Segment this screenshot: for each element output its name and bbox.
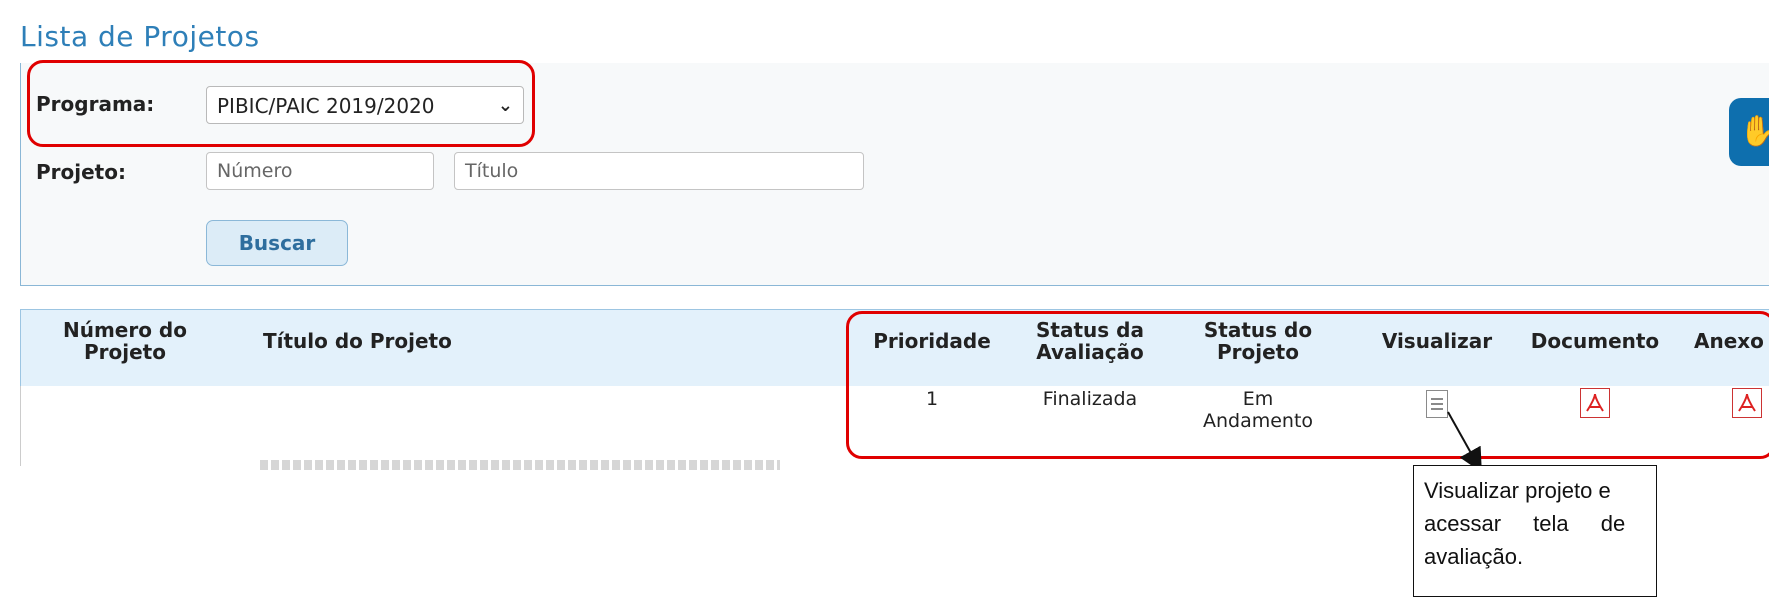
callout-box: Visualizar projeto e acessar tela de ava… [1413,465,1657,597]
callout-line-2: acessar tela de [1424,511,1626,536]
callout-line-1: Visualizar projeto e [1424,478,1611,503]
callout-line-3: avaliação. [1424,544,1524,569]
